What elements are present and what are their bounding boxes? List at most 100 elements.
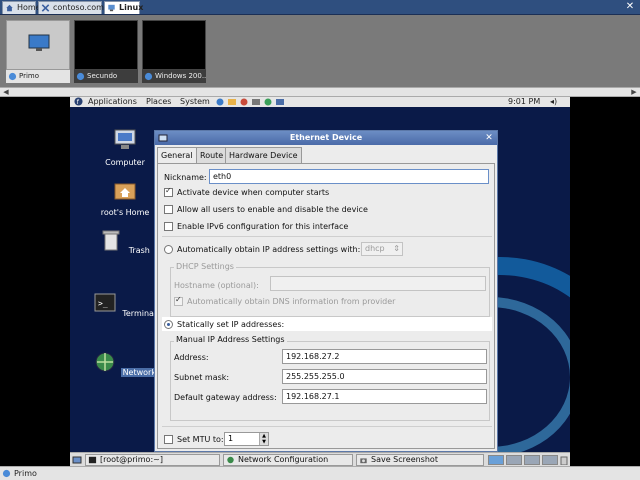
auto-dns-label: Automatically obtain DNS information fro…: [187, 297, 396, 306]
tab-general[interactable]: General: [157, 147, 197, 164]
divider: [162, 426, 492, 427]
tab-contoso[interactable]: contoso.com: [38, 1, 104, 14]
menu-system[interactable]: System: [180, 97, 210, 107]
icon-label: Trash: [128, 246, 150, 255]
home-icon: [6, 4, 13, 12]
computer-icon: [114, 129, 136, 149]
vm-thumbnail-windows[interactable]: Windows 200...: [142, 20, 206, 84]
auto-dns-checkbox[interactable]: [174, 295, 183, 306]
gateway-input[interactable]: 192.168.27.1: [282, 389, 487, 404]
mtu-label: Set MTU to:: [177, 435, 224, 444]
dialog-titlebar[interactable]: Ethernet Device ✕: [155, 131, 497, 145]
menu-places[interactable]: Places: [146, 97, 171, 107]
task-save-screenshot[interactable]: Save Screenshot: [356, 454, 484, 466]
launcher-icons[interactable]: [216, 98, 288, 109]
terminal-icon: >_: [94, 293, 116, 312]
subnet-label: Subnet mask:: [174, 373, 230, 382]
activate-label: Activate device when computer starts: [177, 188, 330, 197]
vm-thumbnail-strip: Primo Secundo Windows 200...: [0, 15, 640, 87]
network-device-icon: [158, 134, 168, 142]
camera-icon: [360, 458, 367, 464]
divider: [162, 236, 492, 237]
thumbnail-label: Windows 200...: [155, 72, 206, 80]
vm-preview: [6, 20, 70, 70]
workspace-4[interactable]: [542, 455, 558, 465]
gateway-label: Default gateway address:: [174, 393, 277, 402]
vm-running-icon: [76, 72, 85, 81]
scroll-right-icon[interactable]: ▶: [629, 88, 639, 97]
task-terminal[interactable]: [root@primo:~]: [85, 454, 220, 466]
address-input[interactable]: 192.168.27.2: [282, 349, 487, 364]
remote-desktop[interactable]: f Applications Places System 9:01 PM ◂) …: [70, 97, 570, 466]
terminal-icon: [88, 456, 97, 464]
mtu-checkbox[interactable]: [164, 435, 173, 444]
workspace-3[interactable]: [524, 455, 540, 465]
close-icon[interactable]: ✕: [484, 133, 494, 143]
desktop-icon-home[interactable]: root's Home: [90, 177, 160, 217]
network-config-icon: [95, 352, 115, 372]
desktop-icon-computer[interactable]: Computer: [90, 127, 160, 167]
thumbnail-label: Primo: [19, 72, 40, 80]
task-label: [root@primo:~]: [100, 455, 163, 464]
tab-linux[interactable]: Linux: [104, 1, 144, 14]
home-folder-icon: [114, 183, 136, 200]
trash-applet-icon[interactable]: [560, 455, 568, 466]
hostname-input[interactable]: [270, 276, 486, 291]
vm-thumbnail-secundo[interactable]: Secundo: [74, 20, 138, 84]
ipv6-checkbox[interactable]: [164, 222, 173, 231]
mtu-value: 1: [228, 434, 234, 443]
nickname-input[interactable]: eth0: [209, 169, 489, 184]
monitor-icon: [28, 34, 50, 51]
task-label: Save Screenshot: [371, 455, 438, 464]
desktop-icon-network[interactable]: Network: [90, 349, 160, 377]
task-label: Network Configuration: [238, 455, 329, 464]
tab-label: Linux: [119, 3, 144, 12]
trash-icon: [102, 230, 120, 251]
vm-preview: [74, 20, 138, 70]
desktop-icon-terminal[interactable]: >_ Terminal: [90, 290, 160, 318]
dhcp-settings-frame: [170, 267, 490, 317]
svg-text:>_: >_: [98, 299, 108, 308]
thumbnail-label: Secundo: [87, 72, 118, 80]
clock[interactable]: 9:01 PM: [508, 97, 540, 107]
show-desktop-icon[interactable]: [72, 455, 82, 465]
spin-arrows-icon[interactable]: ▲ ▼: [259, 433, 268, 445]
hostname-label: Hostname (optional):: [174, 281, 259, 290]
workspace-2[interactable]: [506, 455, 522, 465]
mtu-spinner[interactable]: 1 ▲ ▼: [224, 432, 269, 446]
status-bar: Primo: [0, 466, 640, 480]
allow-users-checkbox[interactable]: [164, 205, 173, 214]
static-ip-label: Statically set IP addresses:: [177, 320, 285, 329]
speaker-icon[interactable]: ◂): [550, 97, 557, 107]
horizontal-scrollbar[interactable]: ◀ ▶: [0, 87, 640, 97]
dhcp-settings-label: DHCP Settings: [174, 262, 236, 271]
gnome-bottom-panel: [root@primo:~] Network Configuration Sav…: [70, 452, 570, 466]
menu-applications[interactable]: Applications: [88, 97, 137, 107]
scroll-left-icon[interactable]: ◀: [1, 88, 11, 97]
tab-hardware-device[interactable]: Hardware Device: [225, 147, 302, 163]
auto-ip-radio[interactable]: [164, 245, 173, 254]
icon-label: root's Home: [100, 208, 150, 217]
tab-home[interactable]: Home: [2, 1, 41, 14]
vm-running-icon: [144, 72, 153, 81]
task-network-configuration[interactable]: Network Configuration: [223, 454, 353, 466]
workspace-1[interactable]: [488, 455, 504, 465]
gnome-top-panel: f Applications Places System 9:01 PM ◂): [70, 97, 570, 107]
auto-method-select[interactable]: dhcp ⇕: [361, 242, 403, 256]
dialog-title: Ethernet Device: [289, 133, 363, 142]
vm-running-icon: [2, 469, 11, 478]
icon-label: Computer: [105, 158, 145, 167]
subnet-input[interactable]: 255.255.255.0: [282, 369, 487, 384]
activate-checkbox[interactable]: [164, 186, 173, 197]
icon-label: Terminal: [122, 309, 157, 318]
close-icon[interactable]: ✕: [624, 1, 636, 13]
manual-ip-group-label: Manual IP Address Settings: [174, 335, 287, 344]
vm-thumbnail-primo[interactable]: Primo: [6, 20, 70, 84]
icon-label: Network: [120, 368, 158, 377]
static-ip-radio[interactable]: [164, 320, 173, 329]
fedora-logo-icon[interactable]: f: [74, 97, 84, 107]
tab-route[interactable]: Route: [196, 147, 228, 163]
vm-icon: [108, 4, 115, 12]
desktop-icon-trash[interactable]: Trash: [90, 227, 160, 255]
vm-preview: [142, 20, 206, 70]
